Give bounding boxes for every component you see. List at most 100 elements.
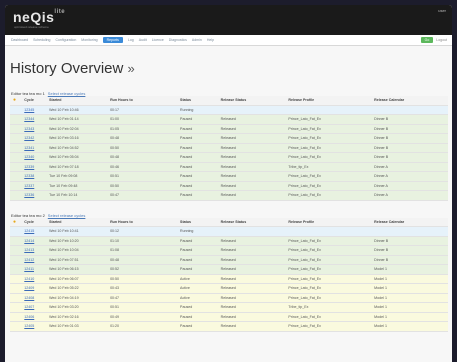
logout-link[interactable]: Logout [436,38,447,42]
column-header[interactable]: Cycle [21,217,47,227]
table-row[interactable]: 12411 Wed 10 Feb 06:15 00:52 Paused Released… [10,264,448,275]
table-row[interactable]: 12406 Wed 10 Feb 02:16 00:49 Paused Released… [10,312,448,322]
table-row[interactable]: 12344 Wed 10 Feb 01:14 01:00 Paused Released… [10,114,448,125]
cycle-link[interactable]: 12413 [21,245,47,256]
table-cell: Wed 10 Feb 06:15 [46,264,108,275]
table-row[interactable]: 12414 Wed 10 Feb 10:20 01:10 Paused Released… [10,236,448,246]
table-row[interactable]: 12409 Wed 10 Feb 05:22 00:43 Active Released… [10,283,448,294]
table-row[interactable]: 12341 Wed 10 Feb 04:52 00:50 Paused Released… [10,143,448,153]
nav-item-admin[interactable]: Admin [192,38,202,42]
table-cell: Released [217,143,286,153]
top-right-user[interactable]: user [438,8,446,13]
go-button[interactable]: Go [420,37,434,43]
cycle-link[interactable]: 12338 [21,171,47,182]
row-marker [10,283,22,294]
row-marker [10,293,22,303]
table-row[interactable]: 12340 Wed 10 Feb 05:04 00:48 Paused Released… [10,152,448,163]
column-header[interactable]: Release Profile [285,217,372,227]
column-header[interactable]: Status [177,217,218,227]
table-cell [285,226,372,237]
row-marker [10,105,22,115]
nav-item-diagnostics[interactable]: Diagnostics [169,38,187,42]
table-row[interactable]: 12339 Wed 10 Feb 07:18 00:46 Paused Released… [10,162,448,172]
cycle-link[interactable]: 12337 [21,181,47,191]
table-row[interactable]: 12405 Wed 10 Feb 01:03 01:20 Paused Released… [10,321,448,332]
table-row[interactable]: 12338 Tue 10 Feb 09:08 00:51 Paused Released… [10,171,448,182]
table-cell: Prince_Lato_Fat_Ex [285,236,372,246]
table-row[interactable]: 12407 Wed 10 Feb 03:20 00:51 Paused Released… [10,302,448,313]
nav-item-licence[interactable]: Licence [152,38,164,42]
column-header[interactable]: Status [177,96,218,106]
cycle-link[interactable]: 12411 [21,264,47,275]
table-cell: Released [217,302,286,313]
cycle-link[interactable]: 12406 [21,312,47,322]
nav-item-log[interactable]: Log [128,38,134,42]
table-row[interactable]: 12336 Tue 10 Feb 10:14 00:47 Paused Released… [10,190,448,201]
nav-item-scheduling[interactable]: Scheduling [33,38,50,42]
cycle-link[interactable]: 12410 [21,274,47,284]
column-header[interactable]: Cycle [21,96,47,106]
table-row[interactable]: 12343 Wed 10 Feb 02:04 01:05 Paused Released… [10,124,448,134]
cycle-link[interactable]: 12407 [21,302,47,313]
table-header-row: ● Cycle Started Run Hours to Status Release S… [10,217,448,227]
cycle-link[interactable]: 12344 [21,114,47,125]
cycle-link[interactable]: 12339 [21,162,47,172]
table-cell: 00:49 [107,312,178,322]
table-cell: Released [217,162,286,172]
cycle-link[interactable]: 12336 [21,190,47,201]
cycle-link[interactable]: 12409 [21,283,47,294]
nav-item-monitoring[interactable]: Monitoring [81,38,97,42]
nav-item-audit[interactable]: Audit [139,38,147,42]
column-header[interactable]: Release Calendar [371,96,448,106]
column-header[interactable]: Run Hours to [107,96,178,106]
cycle-link[interactable]: 12342 [21,133,47,144]
nav-item-reports[interactable]: Reports [102,37,123,43]
group-title: Editor tea tea mo 2 [11,212,45,218]
table-cell: Prince_Lato_Fat_Ex [285,283,372,294]
table-cell: Wed 10 Feb 02:04 [46,124,108,134]
column-header[interactable]: Started [46,217,108,227]
table-row[interactable]: 12342 Wed 10 Feb 03:16 00:48 Paused Released… [10,133,448,144]
table-row[interactable]: 12408 Wed 10 Feb 04:19 00:47 Active Released… [10,293,448,303]
table-cell: Prince_Lato_Fat_Ex [285,255,372,265]
cycle-link[interactable]: 12415 [21,226,47,237]
nav-item-help[interactable]: Help [207,38,214,42]
column-header[interactable]: Release Profile [285,96,372,106]
table-cell: Model 1 [371,264,448,275]
cycle-link[interactable]: 12345 [21,105,47,115]
table-row[interactable]: 12413 Wed 10 Feb 10:04 01:08 Paused Released… [10,245,448,256]
table-cell: Wed 10 Feb 05:22 [46,283,108,294]
cycle-link[interactable]: 12341 [21,143,47,153]
history-table: ● Cycle Started Run Hours to Status Release S… [10,96,448,201]
table-cell: Tribe_tip_Ex [285,162,372,172]
cycle-link[interactable]: 12405 [21,321,47,332]
column-header[interactable]: Started [46,96,108,106]
cycle-link[interactable]: 12340 [21,152,47,163]
table-cell: 00:48 [107,152,178,163]
table-cell: Prince_Lato_Fat_Ex [285,133,372,144]
column-header[interactable]: Release Status [217,217,286,227]
select-cycles-link[interactable]: Select release cycles [48,91,86,96]
select-cycles-link[interactable]: Select release cycles [48,213,86,218]
table-cell: Dinner B [371,124,448,134]
table-row[interactable]: 12415 Wed 10 Feb 10:41 00:12 Running [10,226,448,237]
table-row[interactable]: 12345 Wed 10 Feb 10:46 00:17 Running [10,105,448,115]
table-row[interactable]: 12412 Wed 10 Feb 07:51 00:48 Paused Released… [10,255,448,265]
cycle-link[interactable]: 12412 [21,255,47,265]
table-row[interactable]: 12410 Wed 10 Feb 06:07 00:50 Active Released… [10,274,448,284]
page-title-text: History Overview [10,60,124,77]
cycle-link[interactable]: 12408 [21,293,47,303]
table-row[interactable]: 12337 Tue 10 Feb 09:48 00:50 Paused Released… [10,181,448,191]
row-marker [10,245,22,256]
table-cell [371,226,448,237]
cycle-link[interactable]: 12343 [21,124,47,134]
table-cell: Dinner B [371,245,448,256]
table-cell: Released [217,312,286,322]
column-header[interactable]: Run Hours to [107,217,178,227]
nav-item-dashboard[interactable]: Dashboard [11,38,28,42]
column-header[interactable]: Release Status [217,96,286,106]
nav-item-configuration[interactable]: Configuration [55,38,76,42]
app-logo[interactable]: neQislite [13,9,65,25]
cycle-link[interactable]: 12414 [21,236,47,246]
column-header[interactable]: Release Calendar [371,217,448,227]
